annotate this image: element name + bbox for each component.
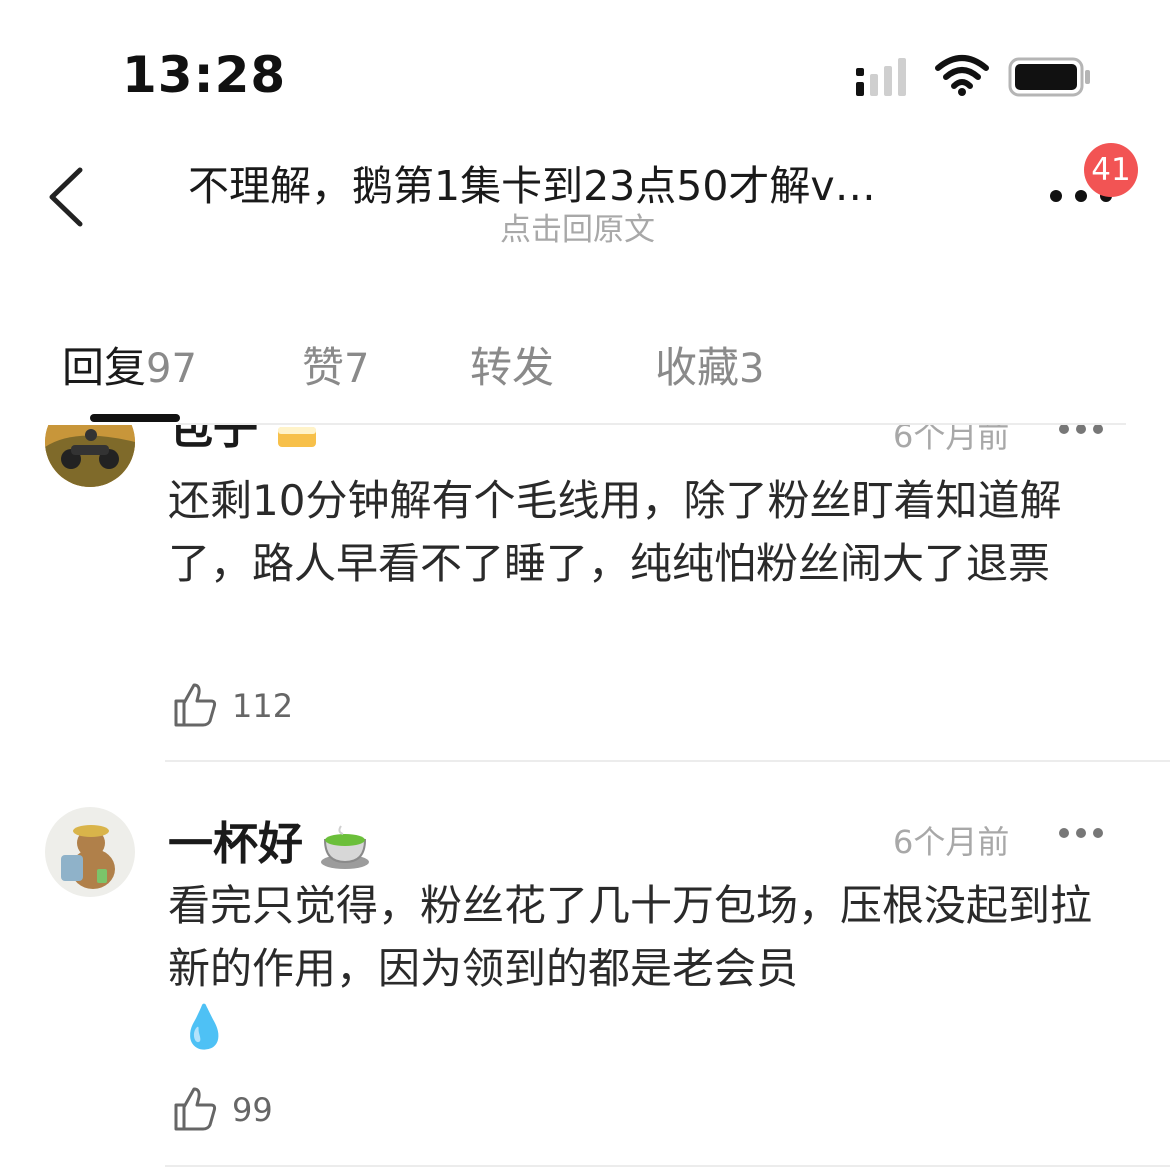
cellular-signal-icon: [856, 58, 906, 96]
tab-likes[interactable]: 赞7: [302, 334, 369, 395]
active-tab-indicator: [90, 414, 180, 422]
comment-time: 6个月前: [893, 823, 1010, 861]
tab-label: 回复: [62, 343, 147, 392]
wifi-icon: [935, 55, 989, 96]
comment-text: 看完只觉得，粉丝花了几十万包场，压根没起到拉新的作用，因为领到的都是老会员: [168, 881, 1093, 993]
avatar[interactable]: [45, 807, 135, 897]
tab-count: 97: [146, 346, 197, 392]
tab-label: 收藏: [655, 343, 740, 392]
notification-badge: 41: [1084, 143, 1138, 197]
username-text: 包子: [168, 425, 259, 454]
status-time: 13:28: [122, 46, 287, 104]
battery-icon: [1008, 57, 1090, 97]
post-title[interactable]: 不理解，鹅第1集卡到23点50才解v…: [188, 152, 988, 212]
comment-list[interactable]: 包子 6个月前 还剩10分钟解有个毛线用，除了粉丝盯着知道解了，路人早看不了睡了…: [0, 425, 1170, 1171]
tab-count: 7: [344, 346, 370, 392]
tab-replies[interactable]: 回复97: [62, 334, 197, 395]
comment-more-icon[interactable]: [1058, 827, 1104, 839]
water-drop-emoji: 💧: [178, 1002, 231, 1051]
thumbs-up-icon[interactable]: [172, 1085, 218, 1133]
back-to-original-link[interactable]: 点击回原文: [500, 204, 655, 249]
green-tea-icon: [320, 825, 369, 869]
tab-label: 转发: [470, 343, 555, 392]
comment-divider: [165, 1165, 1170, 1167]
cake-icon: [277, 427, 316, 447]
comment-time: 6个月前: [893, 425, 1010, 455]
avatar-bear-image: [45, 807, 135, 897]
comment-text: 还剩10分钟解有个毛线用，除了粉丝盯着知道解了，路人早看不了睡了，纯纯怕粉丝闹大…: [168, 476, 1062, 588]
tab-count: 3: [739, 346, 765, 392]
comment-divider: [165, 760, 1170, 762]
comment-more-icon[interactable]: [1058, 425, 1104, 435]
thumbs-up-icon[interactable]: [172, 681, 218, 729]
avatar[interactable]: [45, 425, 135, 487]
comment-username[interactable]: 包子: [168, 425, 320, 456]
username-text: 一杯好: [168, 817, 304, 870]
tab-label: 赞: [302, 343, 345, 392]
tab-favorites[interactable]: 收藏3: [655, 334, 764, 395]
tab-reposts[interactable]: 转发: [470, 334, 554, 395]
like-count: 99: [232, 1091, 273, 1129]
like-count: 112: [232, 687, 294, 725]
back-chevron-icon[interactable]: [44, 164, 88, 230]
comment-username[interactable]: 一杯好: [168, 807, 371, 872]
avatar-motorcycle-image: [45, 425, 135, 487]
